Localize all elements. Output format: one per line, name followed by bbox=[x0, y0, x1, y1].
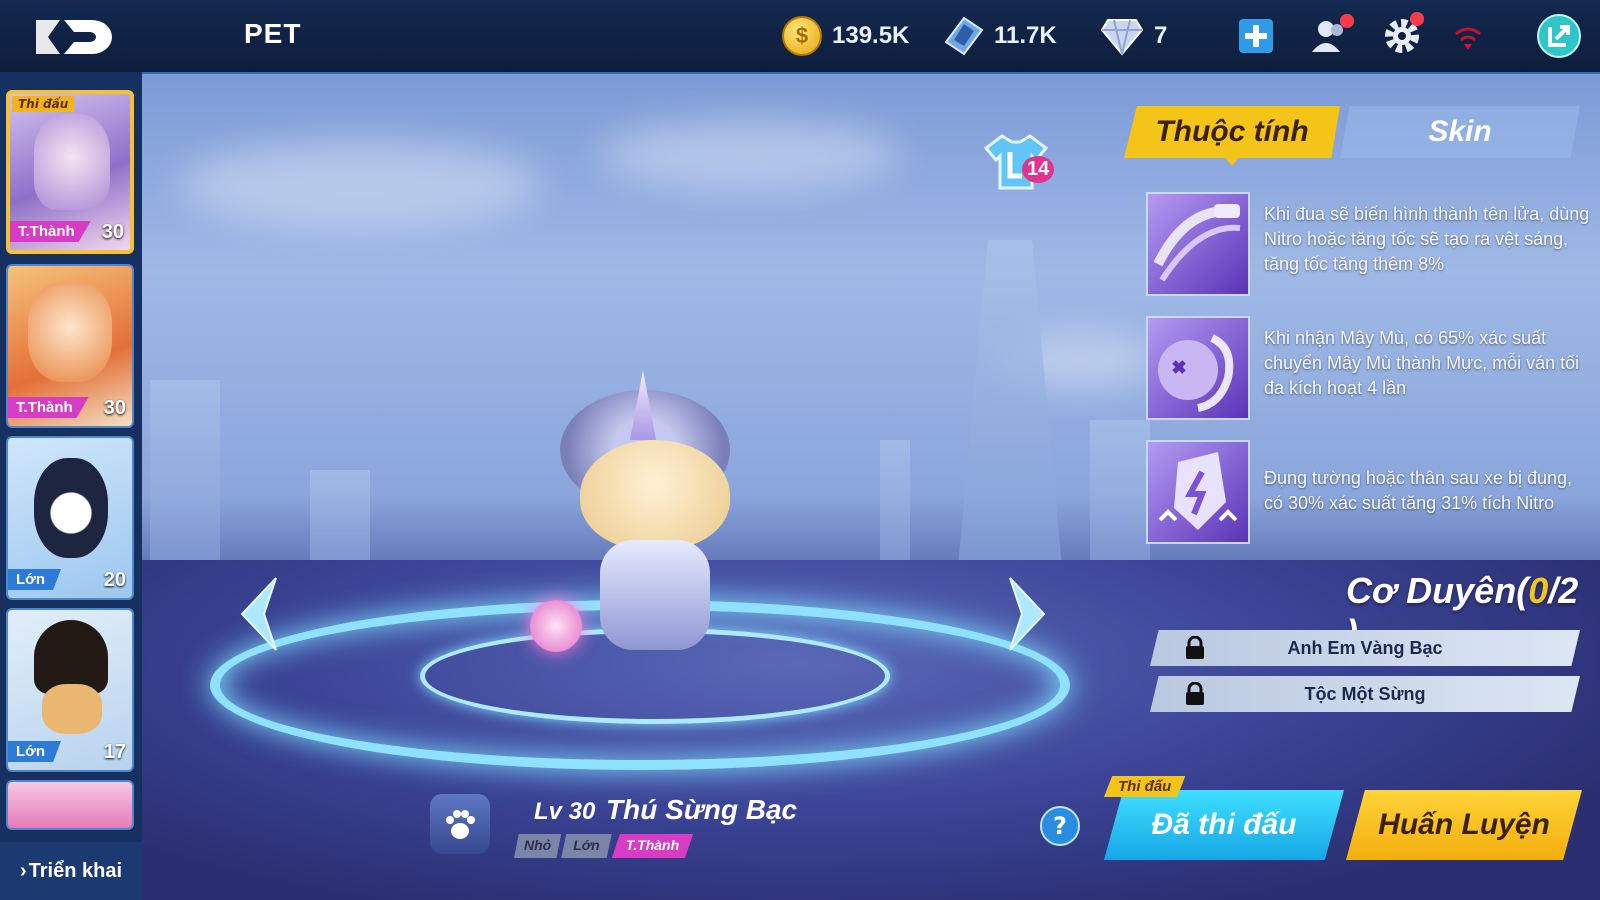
bond-name: Tộc Một Sừng bbox=[1304, 683, 1426, 704]
skill-description: Khi nhận Mây Mù, có 65% xác suất chuyển … bbox=[1264, 328, 1580, 398]
pet-name: Thú Sừng Bạc bbox=[606, 794, 798, 825]
pet-card[interactable]: Lớn 20 bbox=[6, 436, 134, 600]
pet-card-partial[interactable] bbox=[6, 780, 134, 830]
pet-stage-tag: Lớn bbox=[8, 569, 61, 590]
wifi-signal-icon bbox=[1455, 27, 1481, 50]
lock-icon bbox=[1186, 682, 1204, 705]
bond-name: Anh Em Vàng Bạc bbox=[1287, 637, 1443, 658]
notification-dot bbox=[1410, 12, 1424, 26]
notification-dot bbox=[1340, 14, 1354, 28]
competing-label-text: Thi đấu bbox=[1118, 778, 1172, 795]
outfit-count: 14 bbox=[1022, 156, 1055, 183]
pet-model bbox=[530, 370, 760, 670]
pet-portrait bbox=[28, 282, 112, 382]
gold-counter: $ 139.5K bbox=[782, 16, 909, 56]
pet-level: 30 bbox=[101, 221, 124, 243]
cloud bbox=[180, 140, 540, 230]
skill-row: Khi nhận Mây Mù, có 65% xác suất chuyển … bbox=[1146, 316, 1586, 420]
train-button[interactable]: Huấn Luyện bbox=[1346, 790, 1582, 860]
cloud-face-icon bbox=[1158, 334, 1234, 412]
pet-level-text: Lv 30 bbox=[534, 798, 596, 825]
affinity-bond[interactable]: Tộc Một Sừng bbox=[1150, 676, 1580, 712]
pet-stage-tag: Lớn bbox=[8, 741, 61, 762]
diamond-icon bbox=[1100, 19, 1144, 56]
chevron-right-icon: › bbox=[19, 859, 27, 882]
pet-gauntlet bbox=[530, 600, 582, 652]
tab-skin[interactable]: Skin bbox=[1340, 106, 1580, 158]
outfit-badge[interactable]: 14 bbox=[983, 132, 1060, 202]
competing-badge: Thi đấu bbox=[12, 96, 75, 112]
compete-button[interactable]: Đã thi đấu bbox=[1104, 790, 1344, 860]
back-icon[interactable] bbox=[30, 14, 122, 60]
pet-list-sidebar: Thi đấu T.Thành 30 T.Thành 30 Lớn 20 Lớn… bbox=[0, 72, 142, 900]
tower-building bbox=[955, 240, 1065, 600]
nitro-shield-icon bbox=[1158, 452, 1238, 530]
pet-portrait bbox=[34, 114, 110, 210]
paw-button[interactable] bbox=[430, 794, 490, 854]
pet-portrait bbox=[34, 620, 108, 694]
lock-icon bbox=[1186, 636, 1204, 659]
cloud bbox=[600, 120, 900, 190]
rocket-trail-skill-icon[interactable] bbox=[1146, 192, 1250, 296]
pet-card[interactable]: Thi đấu T.Thành 30 bbox=[6, 90, 134, 254]
expand-button[interactable]: › Triển khai bbox=[0, 842, 142, 900]
affinity-bond[interactable]: Anh Em Vàng Bạc bbox=[1150, 630, 1580, 666]
next-pet-arrow-icon[interactable] bbox=[1004, 574, 1050, 654]
help-button[interactable]: ? bbox=[1040, 806, 1080, 846]
top-bar: PET $ 139.5K 11.7K 7 bbox=[0, 0, 1600, 72]
tab-attributes[interactable]: Thuộc tính bbox=[1124, 106, 1340, 158]
train-button-label: Huấn Luyện bbox=[1378, 808, 1550, 841]
paw-icon bbox=[446, 810, 475, 839]
rocket-icon bbox=[1153, 204, 1241, 282]
question-mark-icon: ? bbox=[1053, 812, 1067, 840]
pet-level: 30 bbox=[103, 397, 126, 419]
skill-description: Khi đua sẽ biến hình thành tên lửa, dùng… bbox=[1264, 204, 1590, 274]
expand-label: Triển khai bbox=[28, 859, 123, 882]
gold-coin-icon: $ bbox=[782, 16, 822, 56]
pet-info: Lv 30 Thú Sừng Bạc Nhỏ Lớn T.Thành bbox=[430, 790, 797, 870]
skill-row: Đụng tường hoặc thân sau xe bị đụng, có … bbox=[1146, 440, 1586, 544]
pet-face bbox=[580, 440, 730, 550]
tab-skin-label: Skin bbox=[1428, 115, 1492, 148]
pet-body bbox=[600, 540, 710, 650]
add-currency-icon[interactable] bbox=[1236, 16, 1276, 56]
stage-large: Lớn bbox=[561, 834, 612, 858]
competing-label-badge: Thi đấu bbox=[1104, 776, 1186, 797]
friends-button[interactable] bbox=[1310, 14, 1354, 56]
diamond-amount: 7 bbox=[1154, 22, 1168, 49]
skill-description: Đụng tường hoặc thân sau xe bị đụng, có … bbox=[1264, 468, 1573, 513]
skill-row: Khi đua sẽ biến hình thành tên lửa, dùng… bbox=[1146, 192, 1589, 296]
detail-tabs: Thuộc tính Skin bbox=[1124, 106, 1580, 166]
pet-card[interactable]: Lớn 17 bbox=[6, 608, 134, 772]
share-icon[interactable] bbox=[1536, 13, 1582, 59]
stage-small: Nhỏ bbox=[514, 834, 562, 858]
pet-portrait-face bbox=[42, 684, 102, 734]
nitro-boost-skill-icon[interactable] bbox=[1146, 440, 1250, 544]
compete-button-label: Đã thi đấu bbox=[1151, 808, 1297, 841]
pet-level: 20 bbox=[103, 569, 126, 591]
pet-portrait bbox=[34, 458, 108, 558]
tab-attributes-label: Thuộc tính bbox=[1155, 115, 1309, 148]
pet-stage-tag: T.Thành bbox=[8, 397, 89, 418]
gold-amount: 139.5K bbox=[832, 22, 910, 49]
token-icon bbox=[944, 16, 984, 56]
affinity-label: Cơ Duyên( bbox=[1346, 570, 1529, 611]
stage-adult: T.Thành bbox=[611, 834, 694, 858]
token-amount: 11.7K bbox=[994, 22, 1057, 49]
pet-stage-tag: T.Thành bbox=[10, 221, 91, 242]
token-counter: 11.7K bbox=[944, 16, 1057, 56]
pet-card[interactable]: T.Thành 30 bbox=[6, 264, 134, 428]
settings-button[interactable] bbox=[1382, 12, 1424, 56]
tab-active-pointer bbox=[1224, 156, 1240, 166]
page-title: PET bbox=[244, 18, 302, 49]
pet-level: 17 bbox=[103, 741, 126, 763]
previous-pet-arrow-icon[interactable] bbox=[236, 574, 282, 654]
fog-to-ink-skill-icon[interactable] bbox=[1146, 316, 1250, 420]
affinity-count: 0 bbox=[1528, 570, 1549, 611]
diamond-counter: 7 bbox=[1100, 16, 1167, 56]
growth-stage-bar: Nhỏ Lớn T.Thành bbox=[514, 834, 694, 858]
